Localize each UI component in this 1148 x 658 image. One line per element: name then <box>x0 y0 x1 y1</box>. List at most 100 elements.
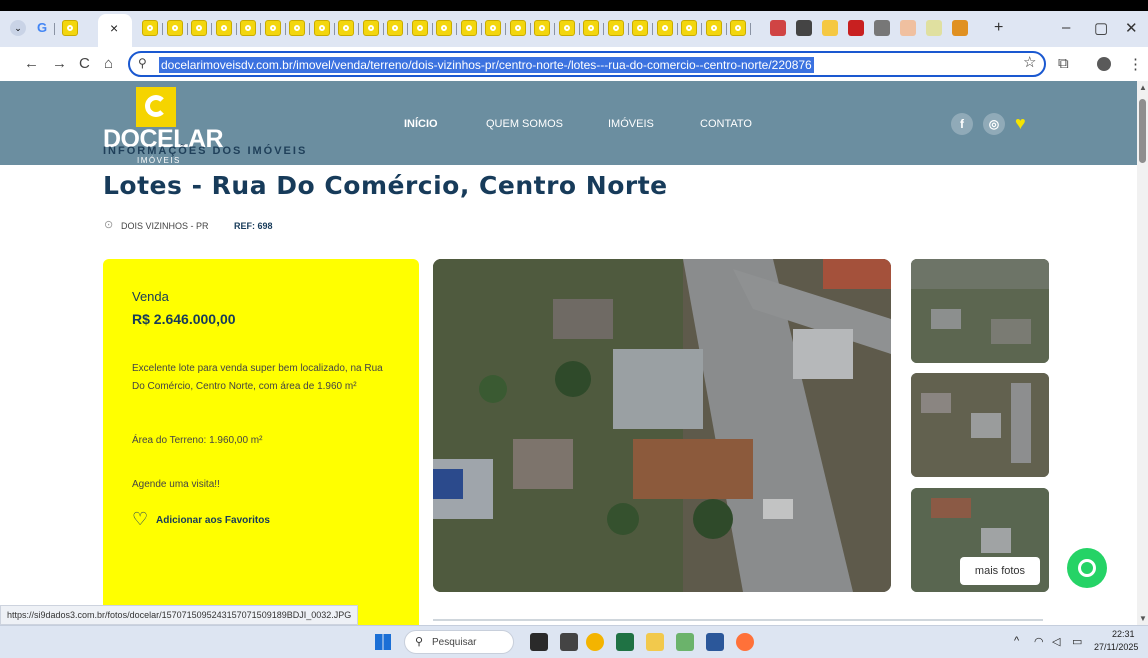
docelar-tab-icon[interactable] <box>264 20 281 36</box>
favorites-heart-icon[interactable]: ♥ <box>1015 113 1026 134</box>
docelar-logo-icon[interactable] <box>136 87 176 127</box>
battery-icon[interactable]: ▭ <box>1072 635 1082 648</box>
docelar-tab-icon[interactable] <box>338 20 354 36</box>
close-window-button[interactable]: ✕ <box>1125 19 1138 37</box>
more-photos-button[interactable]: mais fotos <box>960 557 1040 585</box>
nav-imoveis[interactable]: IMÓVEIS <box>608 118 654 130</box>
site-info-icon[interactable]: ⚲ <box>138 56 147 70</box>
docelar-tab-icon[interactable] <box>534 20 550 36</box>
home-icon[interactable]: ⌂ <box>104 55 113 72</box>
restore-button[interactable]: ▢ <box>1094 19 1108 37</box>
nav-inicio[interactable]: INÍCIO <box>404 118 438 130</box>
property-info-card: Venda R$ 2.646.000,00 Excelente lote par… <box>103 259 419 625</box>
word-icon[interactable] <box>706 633 724 651</box>
docelar-tab-icon[interactable] <box>583 20 599 36</box>
property-price: R$ 2.646.000,00 <box>132 311 236 327</box>
taskbar-search-input[interactable]: ⚲ Pesquisar <box>404 630 514 654</box>
docelar-tab-icon[interactable] <box>240 20 256 36</box>
profile-avatar[interactable] <box>1097 57 1111 71</box>
docelar-tab-icon[interactable] <box>387 20 403 36</box>
docelar-tab-icon[interactable] <box>191 20 207 36</box>
volume-icon[interactable]: ◁ <box>1052 635 1060 648</box>
instagram-icon[interactable]: ◎ <box>983 113 1005 135</box>
clock-time[interactable]: 22:31 <box>1112 629 1135 639</box>
tab-separator <box>676 23 678 35</box>
browser-menu-icon[interactable]: ⋮ <box>1128 55 1143 73</box>
add-to-favorites-link[interactable]: Adicionar aos Favoritos <box>156 515 270 526</box>
docelar-tab-icon[interactable] <box>705 20 722 36</box>
url-text[interactable]: docelarimoveisdv.com.br/imovel/venda/ter… <box>159 57 814 73</box>
docelar-tab-icon[interactable] <box>289 20 305 36</box>
page-viewport: DOCELAR INÍCIO QUEM SOMOS IMÓVEIS CONTAT… <box>0 81 1137 625</box>
tab-separator <box>725 23 727 35</box>
task-view-icon[interactable] <box>530 633 548 651</box>
docelar-tab-icon[interactable] <box>215 20 232 36</box>
scroll-down-icon[interactable]: ▼ <box>1139 614 1147 623</box>
tab-close-icon[interactable]: × <box>110 20 118 36</box>
heart-outline-icon[interactable]: ♡ <box>132 510 148 528</box>
other-tab-icon[interactable] <box>822 20 838 36</box>
docelar-tab-icon[interactable] <box>681 20 697 36</box>
whatsapp-icon[interactable] <box>1067 548 1107 588</box>
tab-list-icon[interactable]: ⌄ <box>10 20 26 36</box>
main-property-photo[interactable] <box>433 259 891 592</box>
docelar-tab-icon[interactable] <box>436 20 452 36</box>
deal-type: Venda <box>132 289 169 304</box>
other-tab-icon[interactable] <box>926 20 942 36</box>
wifi-icon[interactable]: ◠ <box>1034 635 1044 648</box>
media-player-icon[interactable] <box>560 633 578 651</box>
docelar-tab-icon[interactable] <box>607 20 624 36</box>
docelar-tab-icon[interactable] <box>313 20 330 36</box>
docelar-tab-icon[interactable] <box>460 20 477 36</box>
thumbnail-photo-2[interactable] <box>911 373 1049 477</box>
app-icon[interactable] <box>676 633 694 651</box>
windows-start-icon[interactable] <box>375 634 391 650</box>
bookmark-star-icon[interactable]: ☆ <box>1023 53 1036 71</box>
google-tab-icon[interactable]: G <box>34 20 50 36</box>
docelar-tab-icon[interactable] <box>362 20 379 36</box>
tray-chevron-icon[interactable]: ^ <box>1014 635 1019 647</box>
other-tab-icon[interactable] <box>848 20 864 36</box>
tab-separator <box>162 23 163 35</box>
clock-date[interactable]: 27/11/2025 <box>1094 642 1138 652</box>
scroll-up-icon[interactable]: ▲ <box>1139 83 1147 92</box>
page-scrollbar[interactable]: ▲ ▼ <box>1137 81 1148 625</box>
docelar-tab-icon[interactable] <box>730 20 746 36</box>
back-icon[interactable]: ← <box>24 55 39 72</box>
reload-icon[interactable]: C <box>79 55 90 72</box>
thumbnail-image <box>911 259 1049 363</box>
new-tab-button[interactable]: + <box>994 19 1003 37</box>
chrome-icon[interactable] <box>586 633 604 651</box>
forward-icon[interactable]: → <box>52 55 67 72</box>
scrollbar-thumb[interactable] <box>1139 99 1146 163</box>
extensions-icon[interactable]: ⧉ <box>1058 55 1069 72</box>
docelar-tab-icon[interactable] <box>509 20 526 36</box>
thumbnail-photo-1[interactable] <box>911 259 1049 363</box>
nav-contato[interactable]: CONTATO <box>700 118 752 130</box>
minimize-button[interactable]: – <box>1062 19 1070 36</box>
other-tab-icon[interactable] <box>874 20 890 36</box>
docelar-tab-icon[interactable] <box>411 20 428 36</box>
docelar-tab-icon[interactable] <box>62 20 78 36</box>
tab-separator <box>652 23 653 35</box>
other-tab-icon[interactable] <box>900 20 916 36</box>
tab-separator <box>554 23 555 35</box>
docelar-tab-icon[interactable] <box>632 20 648 36</box>
docelar-tab-icon[interactable] <box>485 20 501 36</box>
docelar-tab-icon[interactable] <box>142 20 158 36</box>
facebook-icon[interactable]: f <box>951 113 973 135</box>
excel-icon[interactable] <box>616 633 634 651</box>
other-tab-icon[interactable] <box>952 20 968 36</box>
tab-separator <box>382 23 384 35</box>
page-title: Lotes - Rua Do Comércio, Centro Norte <box>103 171 668 200</box>
docelar-tab-icon[interactable] <box>166 20 183 36</box>
file-explorer-icon[interactable] <box>646 633 664 651</box>
address-bar[interactable]: ⚲ docelarimoveisdv.com.br/imovel/venda/t… <box>128 51 1046 77</box>
other-tab-icon[interactable] <box>796 20 812 36</box>
firefox-icon[interactable] <box>736 633 754 651</box>
docelar-tab-icon[interactable] <box>656 20 673 36</box>
other-tab-icon[interactable] <box>770 20 786 36</box>
docelar-tab-icon[interactable] <box>558 20 575 36</box>
search-icon: ⚲ <box>415 636 424 648</box>
nav-quem-somos[interactable]: QUEM SOMOS <box>486 118 563 130</box>
